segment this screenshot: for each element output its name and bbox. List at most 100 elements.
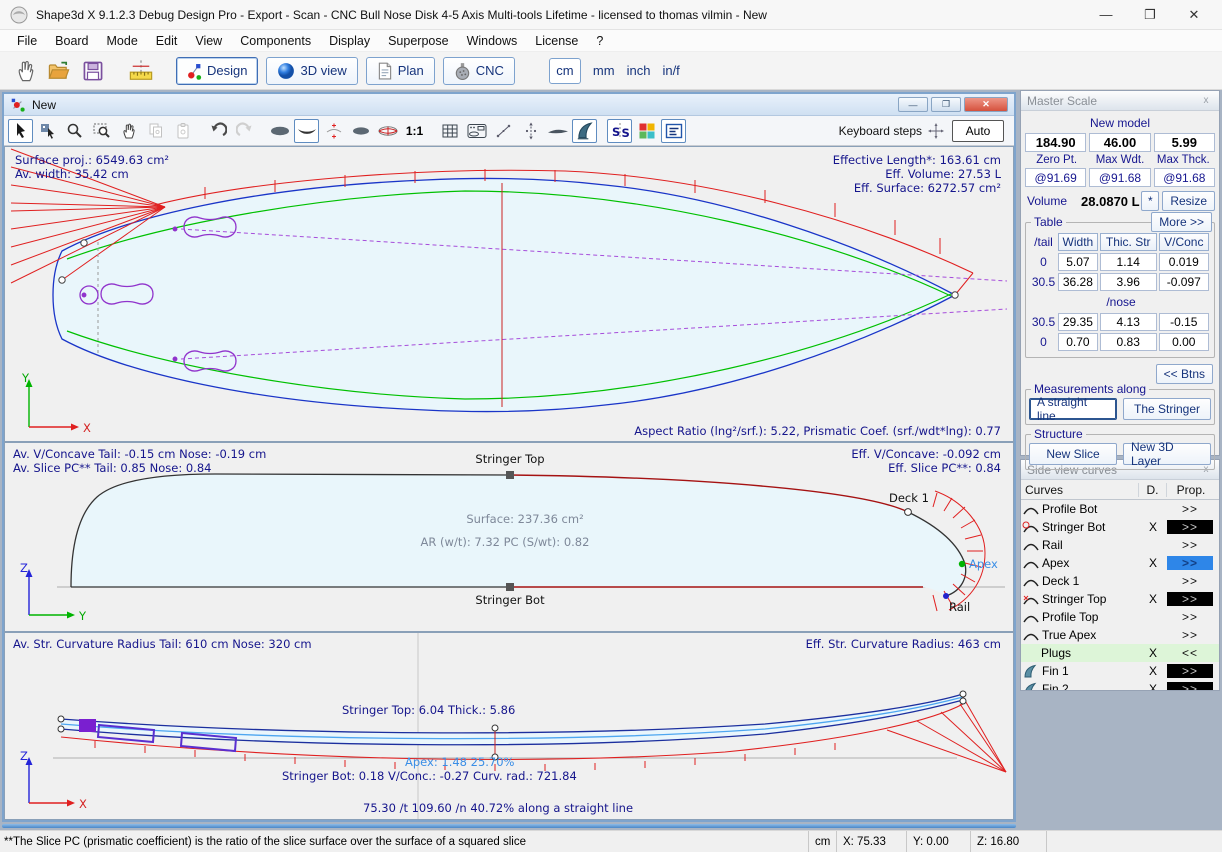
mode-cnc-button[interactable]: CNC (443, 57, 515, 85)
open-file-icon[interactable] (42, 56, 76, 86)
document-titlebar[interactable]: New — ❐ ✕ (4, 94, 1014, 116)
unit-mm[interactable]: mm (593, 63, 615, 78)
measure-tool[interactable] (491, 119, 516, 143)
curve-row-fin2[interactable]: Fin 2 X >> (1021, 680, 1219, 691)
prop-button[interactable]: >> (1167, 664, 1213, 678)
rocker-symmetry-tool[interactable] (321, 119, 346, 143)
menu-superpose[interactable]: Superpose (379, 32, 457, 50)
outline-panel[interactable]: Y X Surface proj.: 6549.63 cm² Av. width… (4, 146, 1014, 442)
prop-button[interactable]: >> (1167, 682, 1213, 691)
menu-mode[interactable]: Mode (98, 32, 147, 50)
prop-collapse-button[interactable]: << (1167, 646, 1213, 660)
tail0-width[interactable]: 5.07 (1058, 253, 1098, 271)
curve-row-rail[interactable]: Rail >> (1021, 536, 1219, 554)
menu-file[interactable]: File (8, 32, 46, 50)
stringer-top-point[interactable] (506, 471, 514, 479)
max-wdt-value[interactable]: @91.68 (1089, 168, 1150, 187)
nose30-width[interactable]: 29.35 (1058, 313, 1098, 331)
doc-restore-button[interactable]: ❐ (931, 97, 961, 112)
tail0-thic[interactable]: 1.14 (1100, 253, 1157, 271)
prop-button[interactable]: >> (1167, 538, 1213, 552)
curves-editor-toggle[interactable]: SS (607, 119, 632, 143)
col-thic-button[interactable]: Thic. Str (1100, 233, 1157, 251)
pointer-hand-icon[interactable] (8, 56, 42, 86)
apex-point[interactable] (959, 561, 965, 567)
menu-license[interactable]: License (526, 32, 587, 50)
prop-button[interactable]: >> (1167, 610, 1213, 624)
minimize-button[interactable]: — (1084, 1, 1128, 29)
curve-row-true-apex[interactable]: True Apex >> (1021, 626, 1219, 644)
max-thck-value[interactable]: @91.68 (1154, 168, 1215, 187)
curve-row-fin1[interactable]: Fin 1 X >> (1021, 662, 1219, 680)
unit-inf[interactable]: in/f (662, 63, 679, 78)
zero-pt-value[interactable]: @91.69 (1025, 168, 1086, 187)
menu-display[interactable]: Display (320, 32, 379, 50)
menu-edit[interactable]: Edit (147, 32, 187, 50)
paste-tool[interactable] (170, 119, 195, 143)
menu-components[interactable]: Components (231, 32, 320, 50)
nose30-thic[interactable]: 4.13 (1100, 313, 1157, 331)
master-scale-close-icon[interactable]: x (1199, 95, 1213, 106)
one-to-one-zoom[interactable]: 1:1 (402, 119, 427, 143)
curve-row-profile-bot[interactable]: Profile Bot >> (1021, 500, 1219, 518)
curve-row-apex[interactable]: Apex X >> (1021, 554, 1219, 572)
menu-windows[interactable]: Windows (458, 32, 527, 50)
undo-button[interactable] (205, 119, 230, 143)
thickness-value[interactable]: 5.99 (1154, 133, 1215, 152)
tail0-vconc[interactable]: 0.019 (1159, 253, 1209, 271)
close-button[interactable]: ✕ (1172, 1, 1216, 29)
prop-button-selected[interactable]: >> (1167, 556, 1213, 570)
properties-panel-toggle[interactable] (661, 119, 686, 143)
select-points-tool[interactable] (35, 119, 60, 143)
maximize-button[interactable]: ❐ (1128, 1, 1172, 29)
nose0-thic[interactable]: 0.83 (1100, 333, 1157, 351)
profile-area[interactable] (61, 694, 963, 745)
curve-row-stringer-top[interactable]: Stringer Top X >> (1021, 590, 1219, 608)
mode-design-button[interactable]: Design (176, 57, 258, 85)
volume-star-button[interactable]: * (1141, 191, 1159, 211)
color-settings[interactable] (634, 119, 659, 143)
prop-button[interactable]: >> (1167, 628, 1213, 642)
tail30-thic[interactable]: 3.96 (1100, 273, 1157, 291)
deck-view-tool[interactable] (348, 119, 373, 143)
outline-canvas[interactable]: Y X Surface proj.: 6549.63 cm² Av. width… (5, 147, 1009, 441)
slices-panel-toggle[interactable] (464, 119, 489, 143)
rail-point[interactable] (943, 593, 949, 599)
unit-cm[interactable]: cm (549, 58, 581, 84)
tail-plug-box[interactable] (79, 719, 96, 732)
resize-button[interactable]: Resize (1162, 191, 1215, 211)
stringer-button[interactable]: The Stringer (1123, 398, 1211, 420)
outline-view-tool[interactable] (267, 119, 292, 143)
btns-toggle-button[interactable]: << Btns (1156, 364, 1213, 384)
copy-tool[interactable] (143, 119, 168, 143)
doc-minimize-button[interactable]: — (898, 97, 928, 112)
save-icon[interactable] (76, 56, 110, 86)
profile-canvas[interactable]: Z X Av. Str. Curvature Radius Tail: 610 … (5, 633, 1009, 819)
side-view-tool[interactable] (545, 119, 570, 143)
menu-view[interactable]: View (186, 32, 231, 50)
prop-button[interactable]: >> (1167, 592, 1213, 606)
cursor-tool[interactable] (8, 119, 33, 143)
length-value[interactable]: 184.90 (1025, 133, 1086, 152)
unit-inch[interactable]: inch (627, 63, 651, 78)
grid-toggle[interactable] (437, 119, 462, 143)
tail30-width[interactable]: 36.28 (1058, 273, 1098, 291)
width-value[interactable]: 46.00 (1089, 133, 1150, 152)
redo-button[interactable] (232, 119, 257, 143)
prop-button[interactable]: >> (1167, 502, 1213, 516)
tail30-vconc[interactable]: -0.097 (1159, 273, 1209, 291)
wireframe-view-tool[interactable] (375, 119, 400, 143)
new-3d-layer-button[interactable]: New 3D Layer (1123, 443, 1211, 465)
deck1-point[interactable] (905, 509, 912, 516)
nose0-width[interactable]: 0.70 (1058, 333, 1098, 351)
board-outline-curve[interactable] (53, 178, 955, 411)
nose0-vconc[interactable]: 0.00 (1159, 333, 1209, 351)
zoom-tool[interactable] (62, 119, 87, 143)
curve-row-stringer-bot[interactable]: Stringer Bot X >> (1021, 518, 1219, 536)
curve-row-plugs[interactable]: Plugs X << (1021, 644, 1219, 662)
mode-3dview-button[interactable]: 3D view (266, 57, 357, 85)
auto-steps-button[interactable]: Auto (952, 120, 1004, 142)
curve-row-profile-top[interactable]: Profile Top >> (1021, 608, 1219, 626)
slice-panel[interactable]: Stringer Top Deck 1 Apex Rail Stringer B… (4, 442, 1014, 632)
stringer-bot-point[interactable] (506, 583, 514, 591)
